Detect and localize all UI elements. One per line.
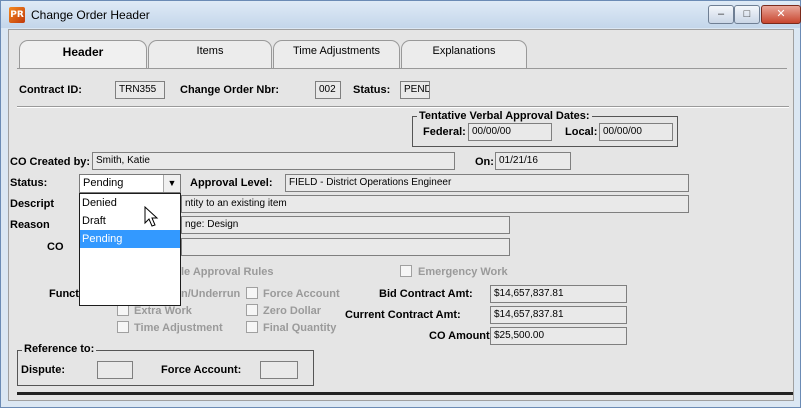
current-contract-amt-label: Current Contract Amt: <box>345 309 461 321</box>
tab-items[interactable]: Items <box>148 40 272 68</box>
reason-field[interactable]: nge: Design <box>181 216 510 234</box>
mouse-pointer-icon <box>144 206 159 227</box>
dispute-label: Dispute: <box>21 364 65 376</box>
bid-contract-amt-field[interactable]: $14,657,837.81 <box>490 285 627 303</box>
status-option-draft[interactable]: Draft <box>80 212 180 230</box>
tab-divider <box>17 68 787 69</box>
contract-id-field[interactable]: TRN355 <box>115 81 165 99</box>
tab-header[interactable]: Header <box>19 40 147 69</box>
chevron-down-icon[interactable]: ▼ <box>163 175 180 192</box>
co-amount-field[interactable]: $25,500.00 <box>490 327 627 345</box>
dispute-field[interactable] <box>97 361 133 379</box>
title-bar[interactable]: PR Change Order Header – □ ✕ <box>1 1 801 28</box>
reason-label: Reason <box>10 219 50 231</box>
created-by-field[interactable]: Smith, Katie <box>92 152 455 170</box>
co-nbr-field[interactable]: 002 <box>315 81 341 99</box>
tab-explanations[interactable]: Explanations <box>401 40 527 68</box>
current-contract-amt-field[interactable]: $14,657,837.81 <box>490 306 627 324</box>
federal-date-field[interactable]: 00/00/00 <box>468 123 552 141</box>
bid-contract-amt-label: Bid Contract Amt: <box>379 288 473 300</box>
created-on-field[interactable]: 01/21/16 <box>495 152 571 170</box>
app-icon: PR <box>9 7 25 23</box>
header-status-field[interactable]: PEND <box>400 81 430 99</box>
co-amount-label: CO Amount: <box>429 330 494 342</box>
header-status-label: Status: <box>353 84 391 96</box>
emergency-work-label: Emergency Work <box>418 266 508 278</box>
description-field[interactable]: ntity to an existing item <box>181 195 689 213</box>
status-dropdown-list: Denied Draft Pending <box>79 193 181 306</box>
final-quantity-checkbox[interactable] <box>246 321 258 333</box>
zero-dollar-checkbox[interactable] <box>246 304 258 316</box>
reference-force-account-field[interactable] <box>260 361 298 379</box>
window-title: Change Order Header <box>31 8 150 22</box>
emergency-work-checkbox[interactable] <box>400 265 412 277</box>
time-adjustment-label: Time Adjustment <box>134 322 223 334</box>
created-by-label: CO Created by: <box>10 156 91 168</box>
function-label: Funct <box>49 288 79 300</box>
time-adjustment-checkbox[interactable] <box>117 321 129 333</box>
contract-id-label: Contract ID: <box>19 84 82 96</box>
co-nbr-label: Change Order Nbr: <box>180 84 280 96</box>
form-client-area: Header Items Time Adjustments Explanatio… <box>8 29 794 401</box>
co-field[interactable] <box>181 238 510 256</box>
status-dropdown[interactable]: Pending ▼ <box>79 174 181 193</box>
status-label: Status: <box>10 177 48 189</box>
local-date-field[interactable]: 00/00/00 <box>599 123 673 141</box>
force-account-check-label: Force Account <box>263 288 340 300</box>
extra-work-label: Extra Work <box>134 305 192 317</box>
final-quantity-label: Final Quantity <box>263 322 337 334</box>
window: PR Change Order Header – □ ✕ Header Item… <box>0 0 801 408</box>
tentative-approval-title: Tentative Verbal Approval Dates: <box>417 110 592 122</box>
tab-time-adjustments[interactable]: Time Adjustments <box>273 40 400 68</box>
approval-level-field[interactable]: FIELD - District Operations Engineer <box>285 174 689 192</box>
created-on-label: On: <box>475 156 494 168</box>
separator <box>17 106 789 108</box>
force-account-checkbox[interactable] <box>246 287 258 299</box>
zero-dollar-label: Zero Dollar <box>263 305 322 317</box>
approval-rules-label: le Approval Rules <box>181 266 274 278</box>
minimize-button[interactable]: – <box>708 5 734 24</box>
reference-force-account-label: Force Account: <box>161 364 242 376</box>
federal-label: Federal: <box>423 126 466 138</box>
maximize-button[interactable]: □ <box>734 5 760 24</box>
overrun-underrun-label: n/Underrun <box>181 288 241 300</box>
close-button[interactable]: ✕ <box>761 5 801 24</box>
status-option-pending[interactable]: Pending <box>80 230 180 248</box>
co-label: CO <box>47 241 64 253</box>
approval-level-label: Approval Level: <box>190 177 273 189</box>
local-label: Local: <box>565 126 598 138</box>
reference-title: Reference to: <box>22 343 97 355</box>
status-option-denied[interactable]: Denied <box>80 194 180 212</box>
bottom-border <box>17 392 793 395</box>
description-label: Descript <box>10 198 55 210</box>
status-dropdown-value: Pending <box>83 177 124 189</box>
